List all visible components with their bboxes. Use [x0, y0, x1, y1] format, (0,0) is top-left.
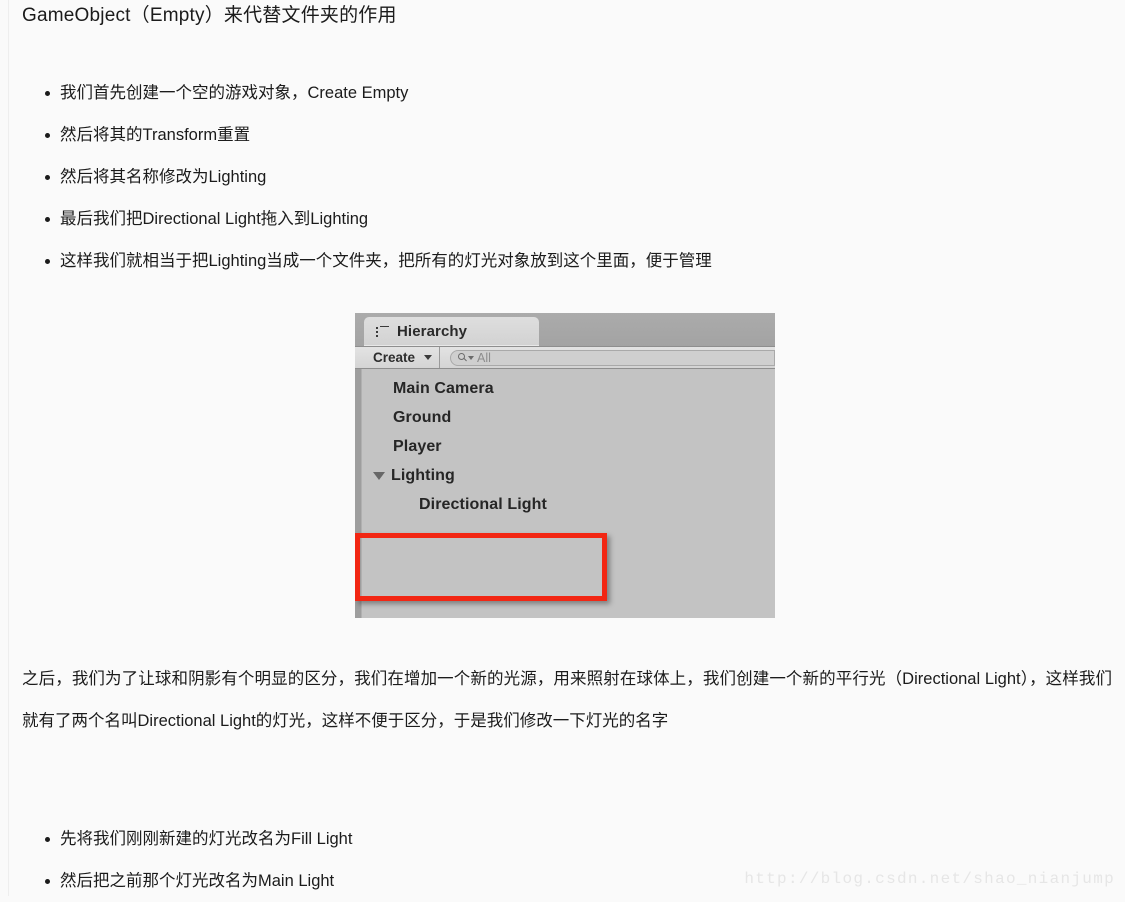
tab-hierarchy[interactable]: Hierarchy — [364, 317, 539, 346]
annotation-highlight-box — [355, 533, 607, 601]
tree-item-label: Directional Light — [419, 495, 547, 513]
search-icon — [458, 353, 467, 362]
create-button-label: Create — [373, 350, 416, 365]
chevron-down-icon — [468, 355, 475, 360]
tree-item-label: Ground — [393, 408, 452, 426]
list-item: 然后将其名称修改为Lighting — [0, 156, 1100, 198]
watermark: http://blog.csdn.net/shao_nianjump — [744, 870, 1115, 888]
body-paragraph: 之后，我们为了让球和阴影有个明显的区分，我们在增加一个新的光源，用来照射在球体上… — [22, 670, 1112, 730]
unity-hierarchy-screenshot: Hierarchy Create All Main Camera Ground … — [355, 313, 775, 618]
instruction-list-second: 先将我们刚刚新建的灯光改名为Fill Light 然后把之前那个灯光改名为Mai… — [0, 818, 1100, 902]
instruction-list-first: 我们首先创建一个空的游戏对象，Create Empty 然后将其的Transfo… — [0, 72, 1100, 282]
tab-hierarchy-label: Hierarchy — [397, 323, 468, 340]
tree-item-player[interactable]: Player — [361, 432, 775, 461]
list-item: 然后将其的Transform重置 — [0, 114, 1100, 156]
tree-item-lighting[interactable]: Lighting — [361, 461, 775, 490]
chevron-down-icon — [424, 355, 433, 360]
tree-item-label: Lighting — [391, 466, 455, 484]
list-item: 最后我们把Directional Light拖入到Lighting — [0, 198, 1100, 240]
tree-item-ground[interactable]: Ground — [361, 403, 775, 432]
tree-item-label: Player — [393, 437, 442, 455]
list-icon — [376, 325, 389, 338]
search-input[interactable]: All — [450, 349, 775, 366]
list-item: 我们首先创建一个空的游戏对象，Create Empty — [0, 72, 1100, 114]
unity-tab-bar: Hierarchy — [355, 313, 775, 346]
create-button[interactable]: Create — [369, 347, 441, 368]
hierarchy-tree: Main Camera Ground Player Lighting Direc… — [361, 374, 775, 519]
unity-toolbar: Create All — [355, 346, 775, 369]
search-input-value: All — [477, 350, 491, 365]
tree-item-main-camera[interactable]: Main Camera — [361, 374, 775, 403]
tree-item-directional-light[interactable]: Directional Light — [361, 490, 775, 519]
tree-item-label: Main Camera — [393, 379, 494, 397]
article-content: GameObject（Empty）来代替文件夹的作用 我们首先创建一个空的游戏对… — [0, 0, 1125, 896]
list-item: 先将我们刚刚新建的灯光改名为Fill Light — [0, 818, 1100, 860]
unity-hierarchy-body: Main Camera Ground Player Lighting Direc… — [355, 369, 775, 618]
triangle-down-icon[interactable] — [373, 471, 385, 480]
list-item: 这样我们就相当于把Lighting当成一个文件夹，把所有的灯光对象放到这个里面，… — [0, 240, 1100, 282]
page-title: GameObject（Empty）来代替文件夹的作用 — [22, 5, 397, 26]
